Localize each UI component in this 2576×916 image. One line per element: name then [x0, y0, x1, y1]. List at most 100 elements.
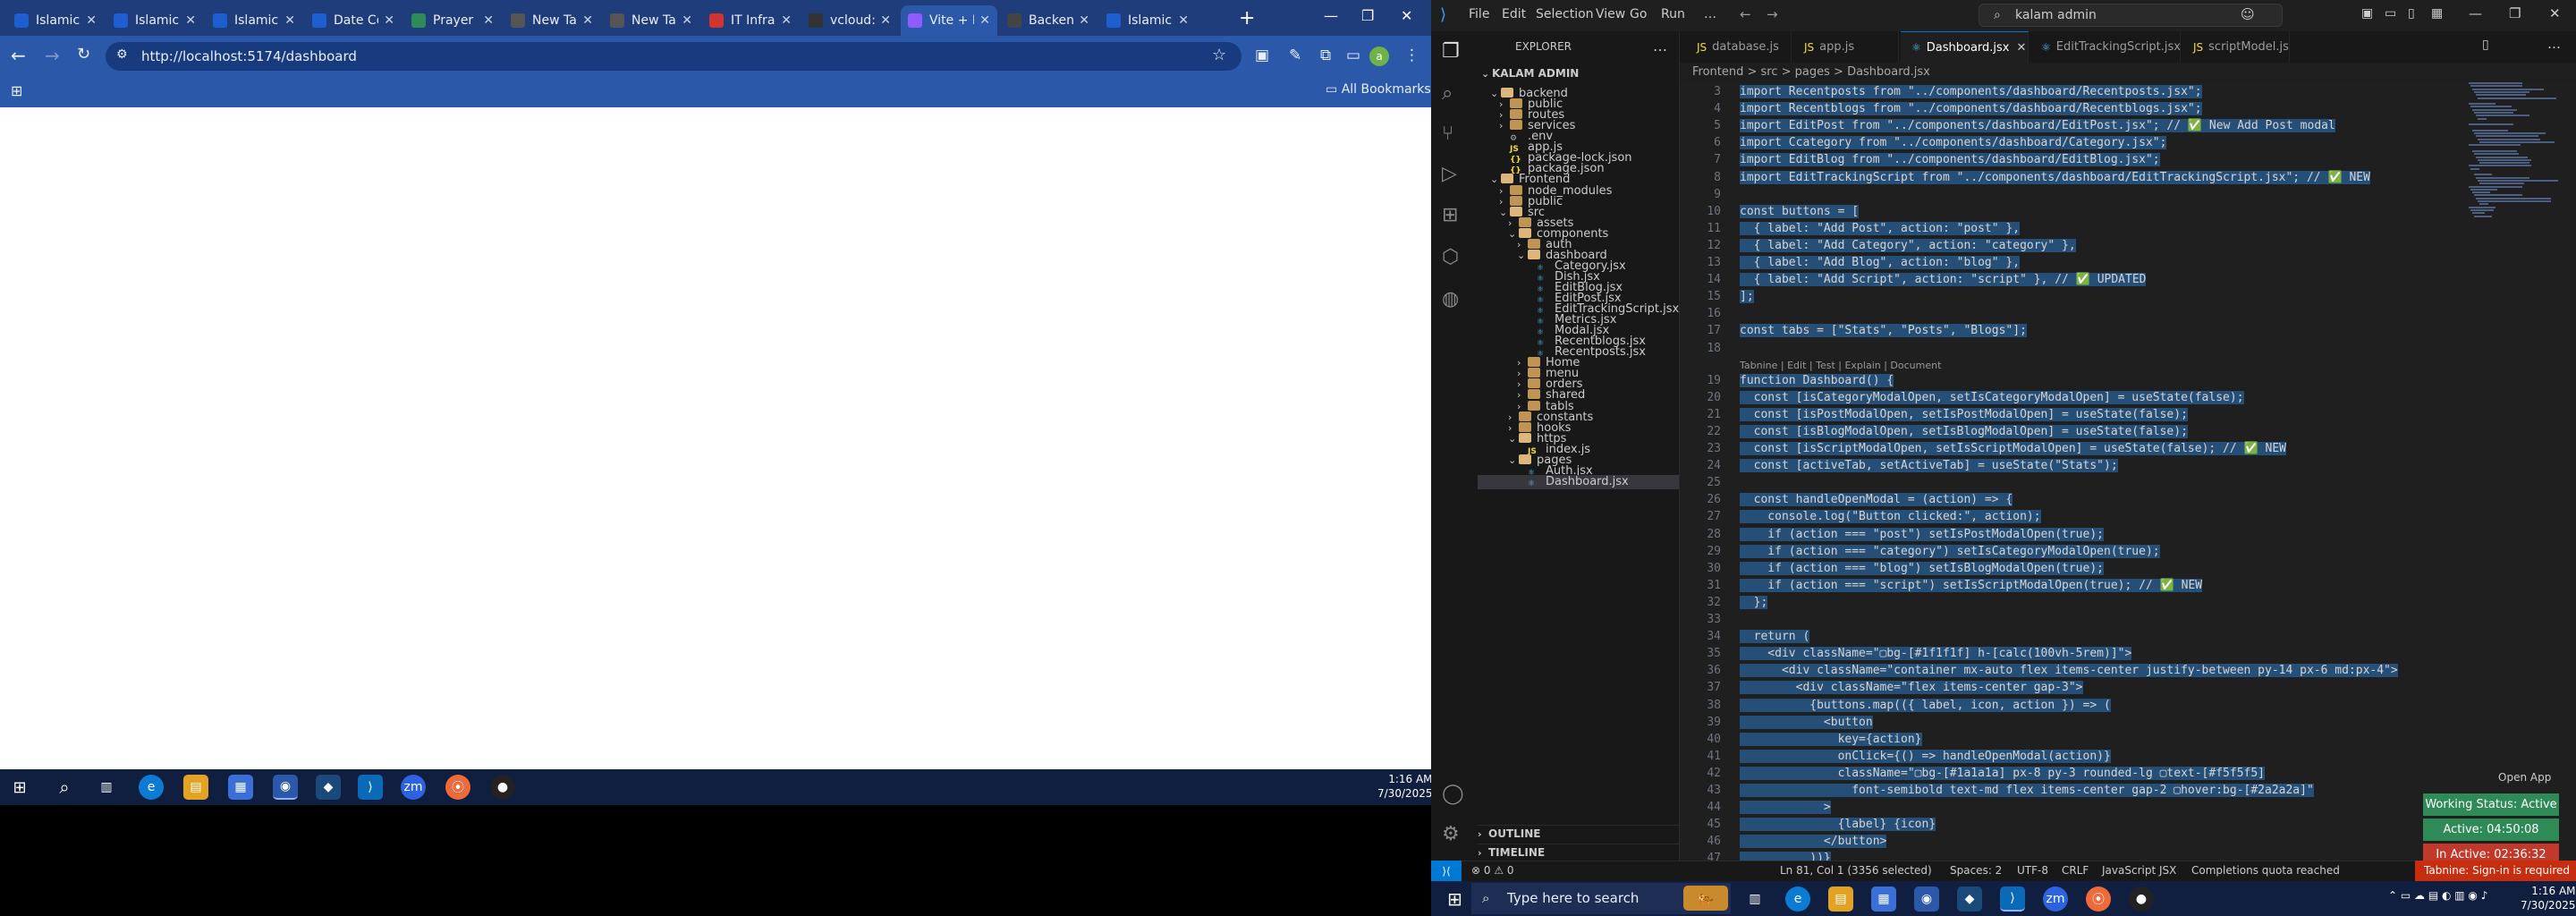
- line-endings[interactable]: CRLF: [2062, 864, 2089, 877]
- profile-avatar[interactable]: a: [1369, 47, 1389, 66]
- task-view-icon[interactable]: ▥: [1742, 886, 1767, 912]
- menu-item-go[interactable]: Go: [1630, 7, 1647, 21]
- tab-close-icon[interactable]: ✕: [582, 13, 593, 28]
- copilot-icon[interactable]: ☺: [2241, 6, 2255, 22]
- accounts-icon[interactable]: ◯: [1442, 783, 1464, 805]
- chrome-tab[interactable]: Vite + R ✕: [901, 5, 997, 36]
- apps-grid-icon[interactable]: ⊞: [11, 82, 22, 99]
- chrome-tab[interactable]: Islamic ✕: [106, 5, 203, 36]
- nav-forward-icon[interactable]: →: [1767, 6, 1778, 22]
- cursor-position[interactable]: Ln 81, Col 1 (3356 selected): [1780, 864, 1932, 877]
- layout-secondary-icon[interactable]: ▯: [2408, 6, 2415, 21]
- chrome-tab[interactable]: vcloud: ✕: [801, 5, 898, 36]
- app-circle-icon[interactable]: ●: [2129, 886, 2154, 912]
- remote-indicator-icon[interactable]: ⟩⟨: [1431, 861, 1462, 881]
- nav-back-icon[interactable]: ←: [1740, 6, 1751, 22]
- menu-item-more[interactable]: …: [1704, 7, 1716, 21]
- extensions-puzzle-icon[interactable]: ⧉: [1320, 47, 1331, 64]
- tab-close-icon[interactable]: ✕: [483, 13, 494, 28]
- chrome-menu-kebab-icon[interactable]: ⋮: [1404, 47, 1419, 64]
- source-control-icon[interactable]: ⑂: [1442, 123, 1453, 145]
- menu-item-run[interactable]: Run: [1661, 7, 1685, 21]
- reload-icon[interactable]: ↻: [77, 45, 90, 64]
- chrome-tab[interactable]: Islamic ✕: [206, 5, 302, 36]
- postman-icon[interactable]: ⦿: [2086, 886, 2111, 912]
- all-bookmarks-button[interactable]: ▭ All Bookmarks: [1326, 82, 1431, 97]
- maximize-icon[interactable]: ❐: [1361, 7, 1374, 24]
- editor-tab[interactable]: ⚛ EditTrackingScript.jsx: [2030, 31, 2181, 63]
- tree-item[interactable]: ⚛ Dashboard.jsx: [1478, 474, 1679, 489]
- encoding[interactable]: UTF-8: [2017, 864, 2048, 877]
- tab-close-icon[interactable]: ✕: [1079, 13, 1089, 28]
- file-explorer-icon[interactable]: ▤: [1828, 886, 1853, 912]
- vscode-icon[interactable]: ⟩: [358, 775, 383, 800]
- tab-close-icon[interactable]: ✕: [880, 13, 891, 28]
- pen-icon[interactable]: ✎: [1289, 47, 1301, 64]
- windows-start-icon[interactable]: ⊞: [1447, 888, 1462, 910]
- zoom-icon[interactable]: zm: [2043, 886, 2068, 912]
- new-tab-plus-icon[interactable]: +: [1239, 7, 1255, 30]
- back-arrow-icon[interactable]: ←: [11, 45, 26, 66]
- zoom-icon[interactable]: zm: [401, 775, 426, 800]
- chrome-tab[interactable]: Islamic ✕: [1099, 5, 1196, 36]
- tab-close-icon[interactable]: ✕: [185, 13, 196, 28]
- minimize-icon[interactable]: —: [1324, 7, 1338, 24]
- outline-section[interactable]: › OUTLINE: [1478, 825, 1679, 840]
- chrome-tab[interactable]: New Ta ✕: [603, 5, 699, 36]
- close-window-icon[interactable]: ✕: [2549, 5, 2561, 21]
- customize-layout-icon[interactable]: ▦: [2431, 6, 2443, 21]
- app-circle-icon[interactable]: ●: [490, 775, 515, 800]
- file-explorer-icon[interactable]: ▤: [183, 775, 208, 800]
- explorer-files-icon[interactable]: ❐: [1442, 40, 1460, 63]
- search-icon[interactable]: ⌕: [1442, 82, 1453, 105]
- chrome-tab[interactable]: IT Infra ✕: [702, 5, 799, 36]
- minimize-icon[interactable]: —: [2469, 5, 2482, 21]
- menu-item-view[interactable]: View: [1596, 7, 1625, 21]
- store-icon[interactable]: ▦: [228, 775, 253, 800]
- indentation[interactable]: Spaces: 2: [1950, 864, 2002, 877]
- language-mode[interactable]: JavaScript JSX: [2102, 864, 2176, 877]
- search-highlight-image-icon[interactable]: 🐅: [1683, 886, 1728, 911]
- tab-close-icon[interactable]: ✕: [979, 13, 990, 28]
- store-icon[interactable]: ▦: [1871, 886, 1896, 912]
- taskbar-clock-right[interactable]: 1:16 AM 7/30/2025: [2521, 884, 2576, 912]
- url-text[interactable]: http://localhost:5174/dashboard: [141, 48, 357, 64]
- tab-close-icon[interactable]: ✕: [284, 13, 295, 28]
- sidebar-panel-icon[interactable]: ▭: [1346, 47, 1360, 64]
- chrome-tab[interactable]: Backen ✕: [1000, 5, 1097, 36]
- breadcrumb[interactable]: Frontend > src > pages > Dashboard.jsx: [1692, 65, 1930, 79]
- taskbar-clock-left[interactable]: 1:16 AM 7/30/2025: [1377, 772, 1433, 801]
- timeline-section[interactable]: › TIMELINE: [1478, 844, 1679, 859]
- tab-close-icon[interactable]: ✕: [384, 13, 394, 28]
- system-tray-icons[interactable]: ⌃ ▭ ☁ ▤ ◐ ▥ ◉ ♪: [2388, 889, 2487, 902]
- postman-icon[interactable]: ⦿: [445, 775, 470, 800]
- chrome-icon[interactable]: ◉: [273, 775, 298, 800]
- edge-icon[interactable]: e: [139, 775, 164, 800]
- problems-count[interactable]: ⊗ 0 ⚠ 0: [1471, 864, 1514, 877]
- windows-start-icon[interactable]: ⊞: [7, 775, 32, 800]
- maximize-icon[interactable]: ❐: [2509, 5, 2521, 21]
- tab-close-icon[interactable]: ✕: [86, 13, 97, 28]
- editor-tab[interactable]: JS database.js: [1686, 31, 1792, 63]
- app-icon[interactable]: ◆: [316, 775, 341, 800]
- completions-quota[interactable]: Completions quota reached: [2191, 864, 2340, 877]
- editor-more-icon[interactable]: …: [2547, 36, 2561, 52]
- edge-icon[interactable]: e: [1785, 886, 1810, 912]
- bookmark-star-icon[interactable]: ☆: [1212, 46, 1226, 64]
- tab-close-icon[interactable]: ✕: [1178, 13, 1189, 28]
- extension-page-icon[interactable]: ▣: [1255, 47, 1269, 64]
- forward-arrow-icon[interactable]: →: [45, 45, 60, 66]
- command-center-search[interactable]: ⌕ kalam admin: [1979, 4, 2283, 27]
- search-icon[interactable]: ⌕: [52, 775, 77, 800]
- remote-explorer-icon[interactable]: ⬡: [1442, 246, 1459, 268]
- chrome-tab[interactable]: Date Co ✕: [305, 5, 402, 36]
- settings-gear-icon[interactable]: ⚙: [1442, 823, 1460, 845]
- editor-tab[interactable]: JS app.js: [1793, 31, 1899, 63]
- chrome-tab[interactable]: Prayer ✕: [404, 5, 501, 36]
- tree-item[interactable]: ⌄ KALAM ADMIN: [1478, 66, 1679, 81]
- menu-item-file[interactable]: File: [1469, 7, 1489, 21]
- vscode-icon[interactable]: ⟩: [2000, 886, 2025, 912]
- split-editor-icon[interactable]: ▯: [2482, 38, 2489, 52]
- chrome-tab[interactable]: Islamic ✕: [7, 5, 104, 36]
- explorer-more-icon[interactable]: …: [1653, 38, 1667, 55]
